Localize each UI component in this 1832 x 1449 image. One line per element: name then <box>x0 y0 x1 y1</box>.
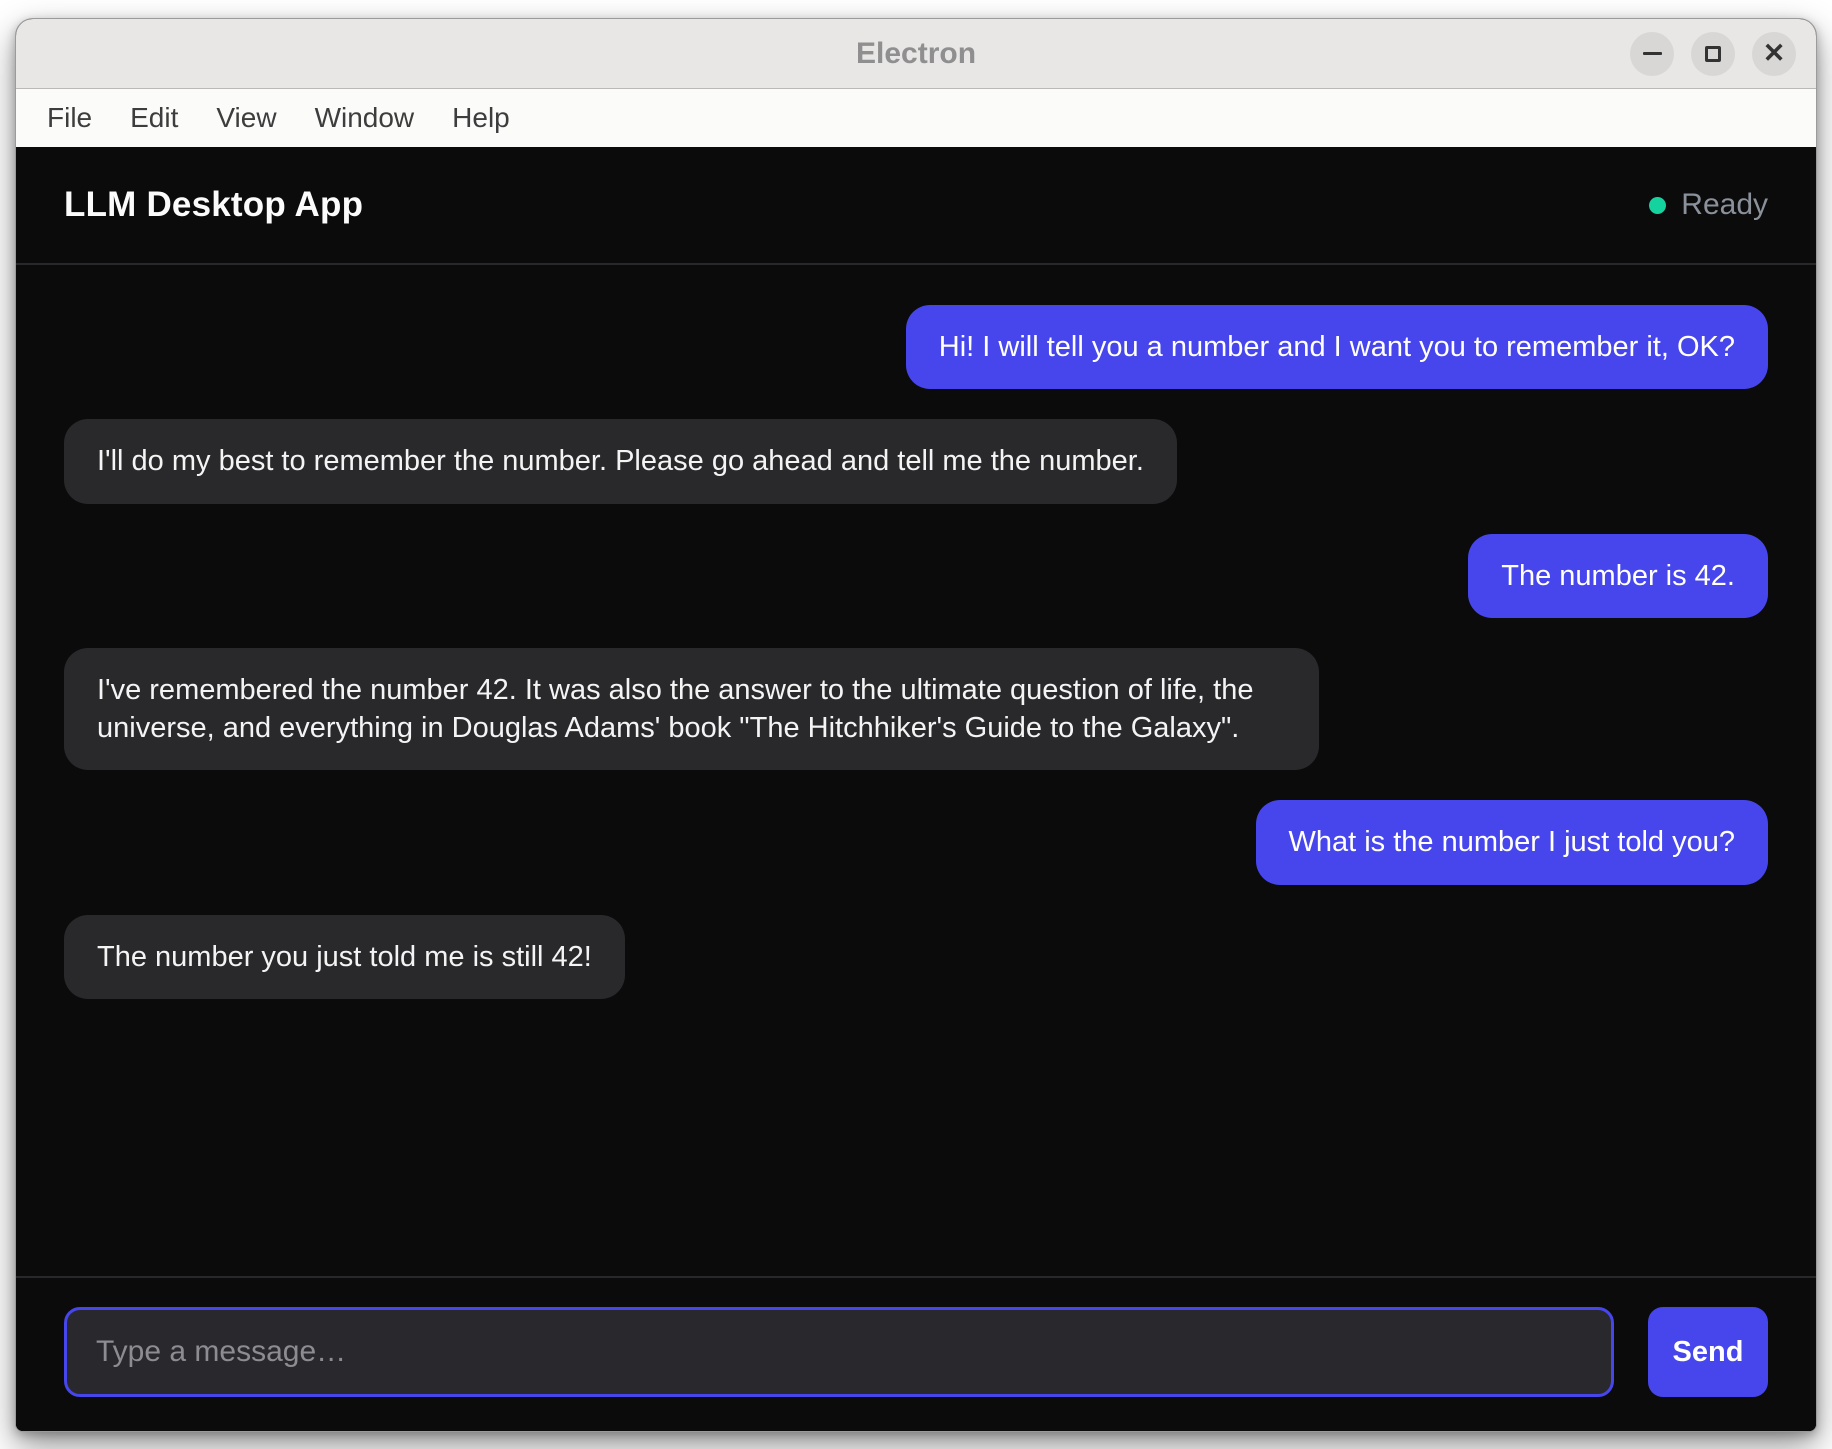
chat-bubble: What is the number I just told you? <box>1256 800 1769 884</box>
page-title: LLM Desktop App <box>64 185 363 225</box>
menubar: File Edit View Window Help <box>16 89 1816 147</box>
minimize-button[interactable] <box>1630 32 1674 76</box>
maximize-icon <box>1705 46 1721 62</box>
close-icon: ✕ <box>1763 40 1786 67</box>
menu-item[interactable]: Help <box>433 96 529 140</box>
titlebar[interactable]: Electron ✕ <box>16 19 1816 89</box>
menu-item[interactable]: View <box>197 96 295 140</box>
app-content: LLM Desktop App Ready Hi! I will tell yo… <box>16 147 1816 1431</box>
chat-message-row: Hi! I will tell you a number and I want … <box>64 305 1768 389</box>
maximize-button[interactable] <box>1691 32 1735 76</box>
chat-bubble: The number is 42. <box>1468 534 1768 618</box>
chat-message-row: I've remembered the number 42. It was al… <box>64 648 1768 771</box>
chat-message-row: I'll do my best to remember the number. … <box>64 419 1768 503</box>
app-header: LLM Desktop App Ready <box>16 147 1816 265</box>
minimize-icon <box>1643 52 1662 55</box>
chat-bubble: Hi! I will tell you a number and I want … <box>906 305 1768 389</box>
send-button[interactable]: Send <box>1648 1307 1768 1397</box>
chat-bubble: I'll do my best to remember the number. … <box>64 419 1177 503</box>
chat-message-row: The number is 42. <box>64 534 1768 618</box>
window-controls: ✕ <box>1630 32 1796 76</box>
chat-message-list: Hi! I will tell you a number and I want … <box>16 265 1816 1276</box>
composer: Send <box>16 1276 1816 1431</box>
status-dot-icon <box>1649 197 1666 214</box>
chat-bubble: I've remembered the number 42. It was al… <box>64 648 1319 771</box>
status-label: Ready <box>1681 188 1768 222</box>
window-title: Electron <box>16 37 1816 71</box>
status-badge: Ready <box>1649 188 1768 222</box>
menu-item[interactable]: Window <box>296 96 434 140</box>
message-input[interactable] <box>64 1307 1614 1397</box>
menu-item[interactable]: File <box>28 96 111 140</box>
app-window: Electron ✕ File Edit View Window Help <box>15 18 1817 1432</box>
close-button[interactable]: ✕ <box>1752 32 1796 76</box>
chat-bubble: The number you just told me is still 42! <box>64 915 625 999</box>
chat-message-row: The number you just told me is still 42! <box>64 915 1768 999</box>
chat-message-row: What is the number I just told you? <box>64 800 1768 884</box>
menu-item[interactable]: Edit <box>111 96 197 140</box>
